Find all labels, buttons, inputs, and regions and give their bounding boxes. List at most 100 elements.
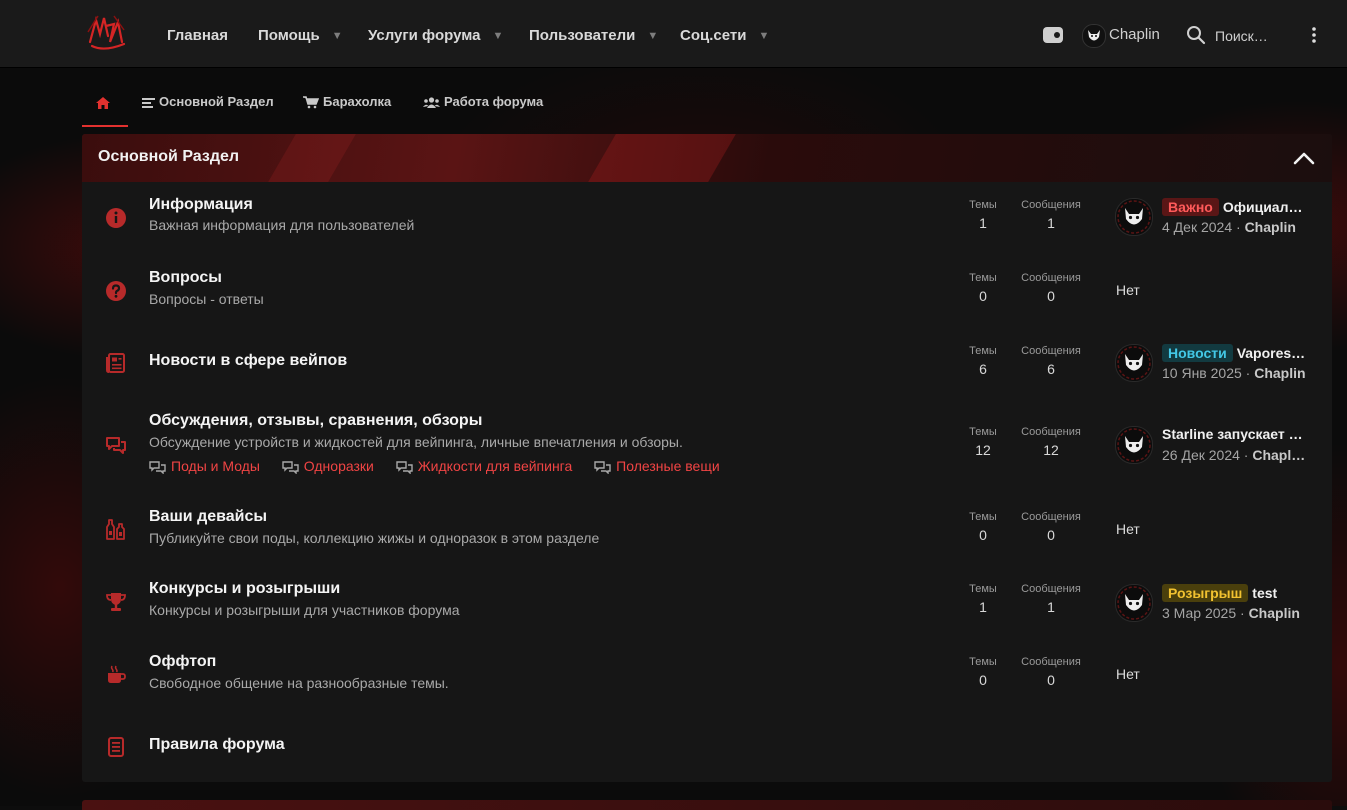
- stat-value: 0: [979, 527, 987, 543]
- stat-value: 0: [979, 288, 987, 304]
- stat-value: 1: [1047, 215, 1055, 231]
- stat-value: 1: [1047, 599, 1055, 615]
- subforum-link[interactable]: Полезные вещи: [594, 458, 720, 475]
- latest-thread-link[interactable]: Розыгрыш test: [1162, 584, 1325, 602]
- next-category-header: [82, 800, 1332, 810]
- stat-label: Темы: [969, 656, 997, 668]
- latest-date: 3 Мар 2025: [1162, 605, 1237, 621]
- tab-forum-work-label: Работа форума: [444, 94, 544, 109]
- latest-thread-title: test: [1252, 585, 1278, 601]
- stat-value: 0: [1047, 288, 1055, 304]
- site-logo[interactable]: [84, 12, 130, 56]
- nav-home-label: Главная: [167, 27, 229, 44]
- node-title-link[interactable]: Обсуждения, отзывы, сравнения, обзоры: [149, 412, 482, 430]
- nav-services[interactable]: Услуги форума ▼: [368, 0, 503, 67]
- nav-users-label: Пользователи: [529, 27, 636, 44]
- stat-label: Сообщения: [1021, 272, 1081, 284]
- latest-post: Важно Официал… 4 Дек 2024 · Chaplin: [1115, 198, 1325, 238]
- more-vertical-icon[interactable]: [1306, 25, 1322, 45]
- search-icon[interactable]: [1186, 25, 1206, 45]
- chevron-down-icon[interactable]: ▼: [332, 30, 343, 42]
- node-title-link[interactable]: Оффтоп: [149, 653, 216, 671]
- stat-themes: Темы 12: [955, 426, 1011, 458]
- node-description: Вопросы - ответы: [149, 291, 264, 307]
- chevron-down-icon[interactable]: ▼: [492, 30, 503, 42]
- user-avatar[interactable]: [1082, 24, 1106, 48]
- forum-node: Вопросы Вопросы - ответы Темы 0 Сообщения…: [82, 269, 1332, 327]
- category-title[interactable]: Основной Раздел: [98, 148, 239, 166]
- forum-node: Правила форума: [82, 730, 1332, 770]
- node-title-link[interactable]: Новости в сфере вейпов: [149, 352, 347, 370]
- tab-flea-market[interactable]: Барахолка: [303, 84, 391, 124]
- nav-social[interactable]: Соц.сети ▼: [680, 0, 769, 67]
- nav-users[interactable]: Пользователи ▼: [529, 0, 658, 67]
- latest-post: Розыгрыш test 3 Мар 2025 · Chaplin: [1115, 584, 1325, 624]
- subforum-link[interactable]: Поды и Моды: [149, 458, 260, 475]
- forum-node: Новости в сфере вейпов Темы 6 Сообщения 6 …: [82, 342, 1332, 400]
- stat-value: 0: [979, 672, 987, 688]
- stat-themes: Темы 1: [955, 583, 1011, 615]
- chevron-down-icon[interactable]: ▼: [647, 30, 658, 42]
- subforum-link[interactable]: Жидкости для вейпинга: [396, 458, 572, 475]
- stat-themes: Темы 6: [955, 345, 1011, 377]
- stat-value: 6: [979, 361, 987, 377]
- latest-author-link[interactable]: Chaplin: [1254, 365, 1305, 381]
- stat-value: 1: [979, 599, 987, 615]
- users-icon: [423, 97, 440, 109]
- latest-meta: 26 Дек 2024 · Chapl…: [1162, 447, 1306, 463]
- tab-forum-work[interactable]: Работа форума: [423, 84, 543, 124]
- wallet-icon[interactable]: [1043, 27, 1063, 43]
- header-decoration: [268, 134, 356, 182]
- stat-label: Сообщения: [1021, 511, 1081, 523]
- latest-author-link[interactable]: Chapl…: [1252, 447, 1305, 463]
- username-link[interactable]: Chaplin: [1109, 26, 1160, 43]
- node-description: Важная информация для пользователей: [149, 217, 415, 233]
- avatar[interactable]: [1115, 584, 1153, 622]
- stat-themes: Темы 0: [955, 656, 1011, 688]
- stat-label: Сообщения: [1021, 345, 1081, 357]
- node-title-link[interactable]: Правила форума: [149, 736, 285, 754]
- book-icon: [104, 735, 128, 759]
- stat-label: Сообщения: [1021, 583, 1081, 595]
- tab-home[interactable]: [82, 84, 128, 127]
- search-link[interactable]: Поиск…: [1215, 28, 1268, 44]
- subforum-link[interactable]: Одноразки: [282, 458, 374, 475]
- stat-label: Темы: [969, 199, 997, 211]
- node-title-link[interactable]: Ваши девайсы: [149, 508, 267, 526]
- stat-messages: Сообщения 0: [1012, 272, 1090, 304]
- info-icon: [104, 206, 128, 230]
- tab-main-section[interactable]: Основной Раздел: [142, 84, 274, 124]
- latest-date: 10 Янв 2025: [1162, 365, 1242, 381]
- prefix-badge: Важно: [1162, 198, 1219, 216]
- avatar[interactable]: [1115, 344, 1153, 382]
- latest-thread-link[interactable]: Starline запускает …: [1162, 426, 1325, 442]
- no-latest-post: Нет: [1116, 282, 1140, 298]
- latest-author-link[interactable]: Chaplin: [1249, 605, 1300, 621]
- category-block: Основной Раздел Информация Важная информ…: [82, 134, 1332, 782]
- stat-value: 12: [975, 442, 991, 458]
- latest-author-link[interactable]: Chaplin: [1245, 219, 1296, 235]
- nav-help[interactable]: Помощь ▼: [258, 0, 343, 67]
- nav-home[interactable]: Главная: [167, 0, 228, 67]
- stat-label: Темы: [969, 511, 997, 523]
- node-title-link[interactable]: Информация: [149, 196, 253, 214]
- latest-thread-link[interactable]: Новости Vapores…: [1162, 344, 1325, 362]
- prefix-badge: Розыгрыш: [1162, 584, 1249, 602]
- latest-thread-link[interactable]: Важно Официал…: [1162, 198, 1325, 216]
- chevron-down-icon[interactable]: ▼: [758, 30, 769, 42]
- chevron-up-icon[interactable]: [1292, 148, 1316, 168]
- tab-main-section-label: Основной Раздел: [159, 94, 274, 109]
- node-title-link[interactable]: Конкурсы и розыгрыши: [149, 580, 340, 598]
- bottles-icon: [104, 518, 128, 542]
- node-title-link[interactable]: Вопросы: [149, 269, 222, 287]
- latest-meta: 3 Мар 2025 · Chaplin: [1162, 605, 1300, 621]
- stat-label: Темы: [969, 345, 997, 357]
- stat-messages: Сообщения 6: [1012, 345, 1090, 377]
- nav-social-label: Соц.сети: [680, 27, 747, 44]
- subforum-label: Поды и Моды: [171, 458, 260, 474]
- stat-messages: Сообщения 12: [1012, 426, 1090, 458]
- comments-icon: [149, 461, 166, 475]
- avatar[interactable]: [1115, 426, 1153, 464]
- avatar[interactable]: [1115, 198, 1153, 236]
- subforum-label: Одноразки: [303, 458, 374, 474]
